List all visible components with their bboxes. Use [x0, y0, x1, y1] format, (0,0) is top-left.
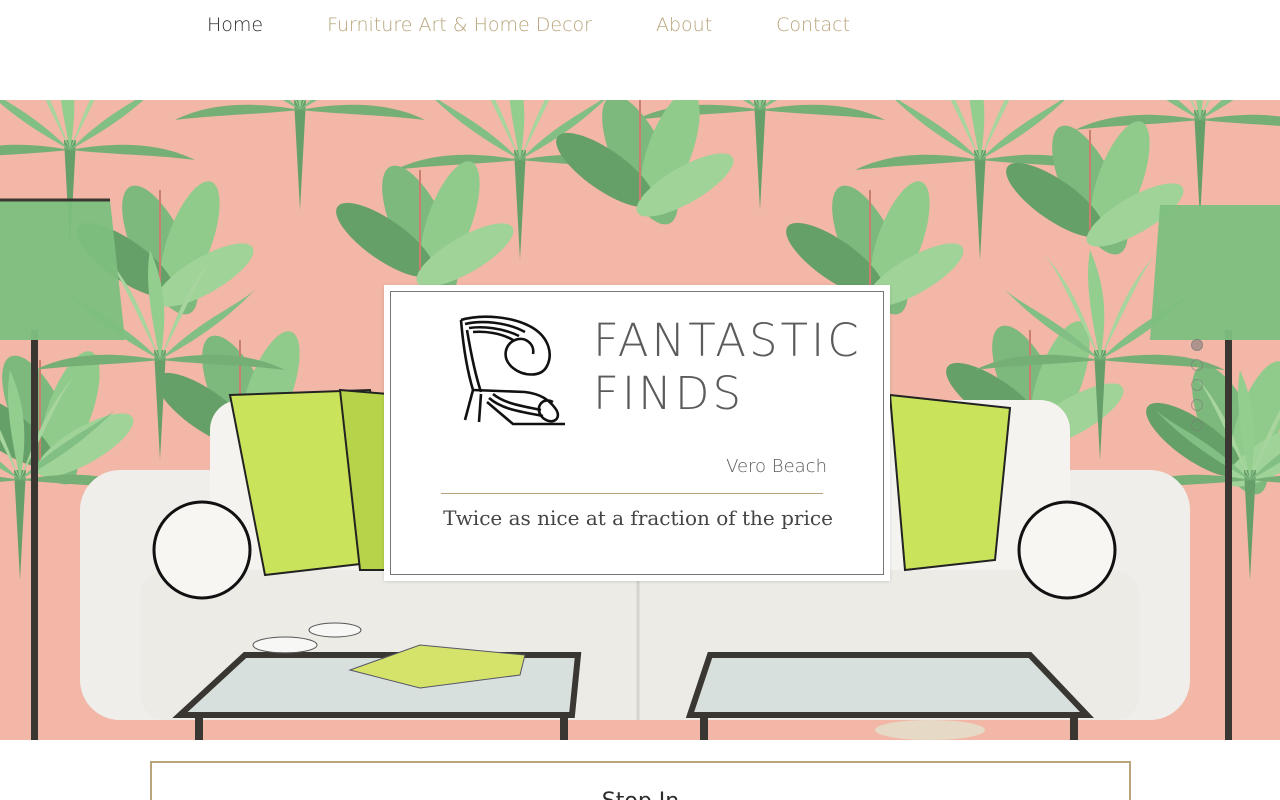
main-nav: Home Furniture Art & Home Decor About Co…	[207, 11, 850, 39]
brand-name-line1: FANTASTIC	[593, 314, 862, 367]
tagline: Twice as nice at a fraction of the price	[443, 506, 833, 530]
slide-dot[interactable]	[1191, 339, 1203, 351]
chair-logo-icon	[459, 315, 565, 426]
site-header: Home Furniture Art & Home Decor About Co…	[0, 0, 1280, 100]
brand-card-frame: FANTASTIC FINDS Vero Beach Twice as nice…	[390, 291, 884, 575]
slide-dot[interactable]	[1191, 359, 1203, 371]
nav-contact[interactable]: Contact	[776, 11, 850, 39]
divider	[441, 493, 823, 494]
nav-home[interactable]: Home	[207, 11, 263, 39]
stop-in-section: Stop In	[150, 761, 1131, 800]
brand-name-line2: FINDS	[593, 367, 745, 420]
brand-card: FANTASTIC FINDS Vero Beach Twice as nice…	[384, 285, 890, 581]
slide-dot[interactable]	[1191, 399, 1203, 411]
location-label: Vero Beach	[726, 456, 827, 477]
slide-dot[interactable]	[1191, 379, 1203, 391]
stop-in-title: Stop In	[152, 789, 1129, 800]
slide-dot[interactable]	[1191, 419, 1203, 431]
slide-indicator	[1191, 339, 1205, 431]
nav-furniture-art-home-decor[interactable]: Furniture Art & Home Decor	[327, 11, 592, 39]
nav-about[interactable]: About	[656, 11, 712, 39]
